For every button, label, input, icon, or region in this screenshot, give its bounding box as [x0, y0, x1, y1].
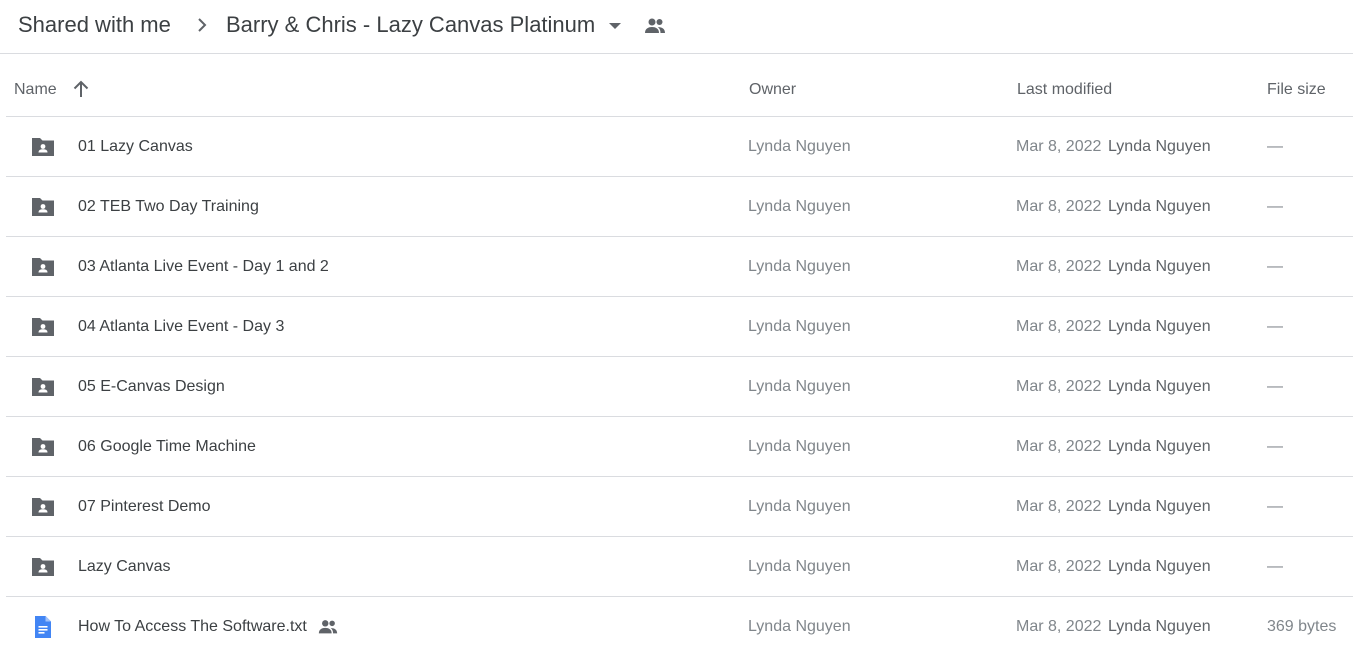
shared-folder-icon [30, 195, 56, 219]
file-name-text: 01 Lazy Canvas [78, 137, 193, 155]
file-name: 07 Pinterest Demo [78, 477, 211, 536]
owner-name: Lynda Nguyen [748, 437, 851, 455]
table-row[interactable]: 05 E-Canvas Design Lynda Nguyen Mar 8, 2… [6, 357, 1353, 417]
file-name-text: 05 E-Canvas Design [78, 377, 225, 395]
modified-by: Lynda Nguyen [1108, 437, 1211, 455]
modified-by: Lynda Nguyen [1108, 137, 1211, 155]
file-size: — [1267, 377, 1283, 395]
file-name: 03 Atlanta Live Event - Day 1 and 2 [78, 237, 329, 296]
shared-folder-icon [30, 555, 56, 579]
file-name: 06 Google Time Machine [78, 417, 256, 476]
shared-folder-icon [30, 435, 56, 459]
file-size: — [1267, 137, 1283, 155]
modified-by: Lynda Nguyen [1108, 557, 1211, 575]
file-size: — [1267, 497, 1283, 515]
modified-date: Mar 8, 2022 [1016, 497, 1102, 515]
table-row[interactable]: 02 TEB Two Day Training Lynda Nguyen Mar… [6, 177, 1353, 237]
breadcrumb-shared-with-me[interactable]: Shared with me [18, 10, 171, 40]
file-name-text: 07 Pinterest Demo [78, 497, 211, 515]
file-size: — [1267, 197, 1283, 215]
modified-date: Mar 8, 2022 [1016, 257, 1102, 275]
modified-date: Mar 8, 2022 [1016, 617, 1102, 635]
table-row[interactable]: 01 Lazy Canvas Lynda Nguyen Mar 8, 2022 … [6, 117, 1353, 177]
table-row[interactable]: How To Access The Software.txt Lynda Ngu… [6, 597, 1353, 655]
file-name: 05 E-Canvas Design [78, 357, 225, 416]
file-size: — [1267, 557, 1283, 575]
modified-by: Lynda Nguyen [1108, 317, 1211, 335]
file-name-text: Lazy Canvas [78, 557, 171, 575]
shared-folder-icon [30, 135, 56, 159]
modified-date: Mar 8, 2022 [1016, 557, 1102, 575]
column-header-file-size[interactable]: File size [1267, 62, 1326, 117]
modified-by: Lynda Nguyen [1108, 197, 1211, 215]
table-row[interactable]: Lazy Canvas Lynda Nguyen Mar 8, 2022 Lyn… [6, 537, 1353, 597]
file-name: 04 Atlanta Live Event - Day 3 [78, 297, 284, 356]
column-header-owner[interactable]: Owner [749, 62, 796, 117]
caret-down-icon[interactable] [606, 20, 624, 32]
file-size: — [1267, 437, 1283, 455]
owner-name: Lynda Nguyen [748, 137, 851, 155]
text-document-icon [30, 615, 56, 639]
modified-by: Lynda Nguyen [1108, 377, 1211, 395]
column-header-last-modified[interactable]: Last modified [1017, 62, 1112, 117]
owner-name: Lynda Nguyen [748, 497, 851, 515]
owner-name: Lynda Nguyen [748, 617, 851, 635]
file-name: Lazy Canvas [78, 537, 171, 596]
shared-folder-icon [30, 375, 56, 399]
file-name-text: How To Access The Software.txt [78, 617, 307, 635]
owner-name: Lynda Nguyen [748, 317, 851, 335]
owner-name: Lynda Nguyen [748, 257, 851, 275]
file-size: — [1267, 317, 1283, 335]
shared-folder-icon [30, 255, 56, 279]
file-name-text: 02 TEB Two Day Training [78, 197, 259, 215]
file-name-text: 06 Google Time Machine [78, 437, 256, 455]
owner-name: Lynda Nguyen [748, 197, 851, 215]
breadcrumb: Shared with me Barry & Chris - Lazy Canv… [0, 0, 1353, 54]
owner-name: Lynda Nguyen [748, 377, 851, 395]
modified-date: Mar 8, 2022 [1016, 317, 1102, 335]
file-name-text: 03 Atlanta Live Event - Day 1 and 2 [78, 257, 329, 275]
people-icon [645, 18, 665, 33]
file-name: 01 Lazy Canvas [78, 117, 193, 176]
file-size: — [1267, 257, 1283, 275]
table-header: Name Owner Last modified File size [6, 62, 1353, 117]
table-row[interactable]: 03 Atlanta Live Event - Day 1 and 2 Lynd… [6, 237, 1353, 297]
modified-date: Mar 8, 2022 [1016, 377, 1102, 395]
modified-by: Lynda Nguyen [1108, 257, 1211, 275]
modified-by: Lynda Nguyen [1108, 497, 1211, 515]
table-row[interactable]: 07 Pinterest Demo Lynda Nguyen Mar 8, 20… [6, 477, 1353, 537]
chevron-right-icon [198, 18, 207, 32]
file-name: How To Access The Software.txt [78, 597, 339, 655]
arrow-up-icon[interactable] [70, 78, 92, 100]
file-size: 369 bytes [1267, 617, 1337, 635]
table-row[interactable]: 06 Google Time Machine Lynda Nguyen Mar … [6, 417, 1353, 477]
table-row[interactable]: 04 Atlanta Live Event - Day 3 Lynda Nguy… [6, 297, 1353, 357]
owner-name: Lynda Nguyen [748, 557, 851, 575]
modified-date: Mar 8, 2022 [1016, 437, 1102, 455]
file-name: 02 TEB Two Day Training [78, 177, 259, 236]
shared-folder-icon [30, 495, 56, 519]
file-list: 01 Lazy Canvas Lynda Nguyen Mar 8, 2022 … [6, 117, 1353, 655]
shared-folder-icon [30, 315, 56, 339]
file-name-text: 04 Atlanta Live Event - Day 3 [78, 317, 285, 335]
people-icon [317, 616, 339, 638]
modified-date: Mar 8, 2022 [1016, 137, 1102, 155]
modified-by: Lynda Nguyen [1108, 617, 1211, 635]
modified-date: Mar 8, 2022 [1016, 197, 1102, 215]
breadcrumb-current-folder[interactable]: Barry & Chris - Lazy Canvas Platinum [226, 10, 595, 40]
column-header-name[interactable]: Name [14, 62, 57, 117]
